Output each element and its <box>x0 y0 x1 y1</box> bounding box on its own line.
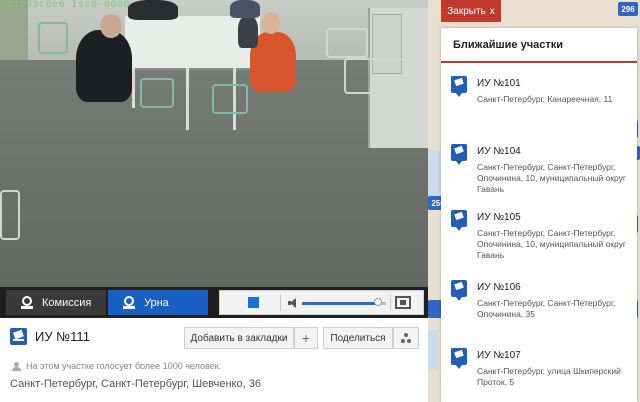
video-person-head <box>262 12 280 34</box>
video-table-leg <box>132 68 135 108</box>
video-person <box>128 0 178 20</box>
nearby-station-name: ИУ №104 <box>477 146 521 157</box>
divider <box>280 294 281 311</box>
nearby-station-address: Санкт-Петербург, Санкт-Петербург, Опочин… <box>477 298 616 319</box>
volume-slider-knob[interactable] <box>373 298 382 306</box>
video-chair <box>326 28 368 58</box>
video-chair <box>344 58 404 94</box>
nearby-station-item[interactable]: ИУ №101 Санкт-Петербург, Канареечная, 11 <box>441 70 637 136</box>
volume-slider-fill <box>302 302 378 305</box>
add-bookmark-button[interactable]: Добавить в закладки <box>184 327 294 349</box>
nearby-station-name: ИУ №106 <box>477 282 521 293</box>
ballot-box-icon <box>451 348 467 369</box>
nearby-stations-panel: Ближайшие участки ИУ №101 Санкт-Петербур… <box>441 28 637 402</box>
camera-icon <box>20 295 34 310</box>
app-root: 001999c6e6 Isc0-0000 Комиссия Урна ИУ №1… <box>0 0 640 402</box>
panel-title-underline <box>441 61 637 63</box>
nearby-station-address: Санкт-Петербург, Канареечная, 11 <box>477 94 613 104</box>
ballot-box-icon <box>10 328 27 345</box>
add-bookmark-plus-button[interactable]: + <box>294 327 318 349</box>
ballot-box-icon <box>451 144 467 165</box>
nearby-station-address: Санкт-Петербург, Санкт-Петербург, Опочин… <box>477 162 627 194</box>
map-water <box>428 330 438 370</box>
map-cluster-badge[interactable]: 296 <box>618 2 638 16</box>
video-table-leg <box>186 68 189 130</box>
volume-icon[interactable] <box>288 298 298 308</box>
nearby-station-item[interactable]: ИУ №106 Санкт-Петербург, Санкт-Петербург… <box>441 274 637 340</box>
nearby-station-item[interactable]: ИУ №105 Санкт-Петербург, Санкт-Петербург… <box>441 204 637 270</box>
video-person <box>76 30 132 102</box>
video-controls: Комиссия Урна <box>0 287 430 318</box>
tab-urn-label: Урна <box>144 296 169 309</box>
tab-commission[interactable]: Комиссия <box>6 290 106 315</box>
map-station-marker[interactable] <box>428 300 442 318</box>
video-person-head <box>100 14 122 38</box>
share-icon <box>401 333 411 343</box>
nearby-station-item[interactable]: ИУ №104 Санкт-Петербург, Санкт-Петербург… <box>441 138 637 204</box>
stop-button[interactable] <box>248 297 259 308</box>
tab-urn[interactable]: Урна <box>108 290 208 315</box>
video-timestamp-overlay: 001999c6e6 Isc0-0000 <box>0 0 131 11</box>
people-icon <box>12 362 22 371</box>
panel-title: Ближайшие участки <box>453 39 563 51</box>
video-person <box>238 16 258 48</box>
close-button-label: Закрыть <box>447 5 486 17</box>
nearby-station-name: ИУ №105 <box>477 212 521 223</box>
fullscreen-button[interactable] <box>395 296 411 309</box>
video-person <box>230 0 260 18</box>
nearby-station-name: ИУ №101 <box>477 78 521 89</box>
nearby-station-address: Санкт-Петербург, улица Шкиперский Проток… <box>477 366 621 387</box>
tab-commission-label: Комиссия <box>42 296 92 309</box>
nearby-station-address: Санкт-Петербург, Санкт-Петербург, Опочин… <box>477 228 627 260</box>
voters-note: На этом участке голосует более 1000 чело… <box>26 361 222 371</box>
volume-slider[interactable] <box>302 298 386 306</box>
camera-video[interactable]: 001999c6e6 Isc0-0000 <box>0 0 430 318</box>
video-chair <box>140 78 174 108</box>
ballot-box-icon <box>451 280 467 301</box>
nearby-station-item[interactable]: ИУ №107 Санкт-Петербург, улица Шкиперски… <box>441 342 637 402</box>
nearby-station-name: ИУ №107 <box>477 350 521 361</box>
camera-icon <box>122 295 136 310</box>
station-address: Санкт-Петербург, Санкт-Петербург, Шевчен… <box>10 378 261 390</box>
station-title: ИУ №111 <box>35 329 90 344</box>
share-button[interactable]: Поделиться <box>323 327 393 349</box>
divider <box>390 294 391 311</box>
share-network-button[interactable] <box>393 327 419 349</box>
ballot-box-icon <box>451 210 467 231</box>
station-info: ИУ №111 Добавить в закладки + Поделиться… <box>0 318 430 402</box>
video-chair <box>38 22 68 54</box>
player-toolbar <box>219 290 424 315</box>
close-icon: x <box>489 5 495 17</box>
video-chair <box>212 84 248 114</box>
ballot-box-icon <box>451 76 467 97</box>
video-chair <box>0 190 20 240</box>
close-button[interactable]: Закрыть x <box>441 0 501 22</box>
